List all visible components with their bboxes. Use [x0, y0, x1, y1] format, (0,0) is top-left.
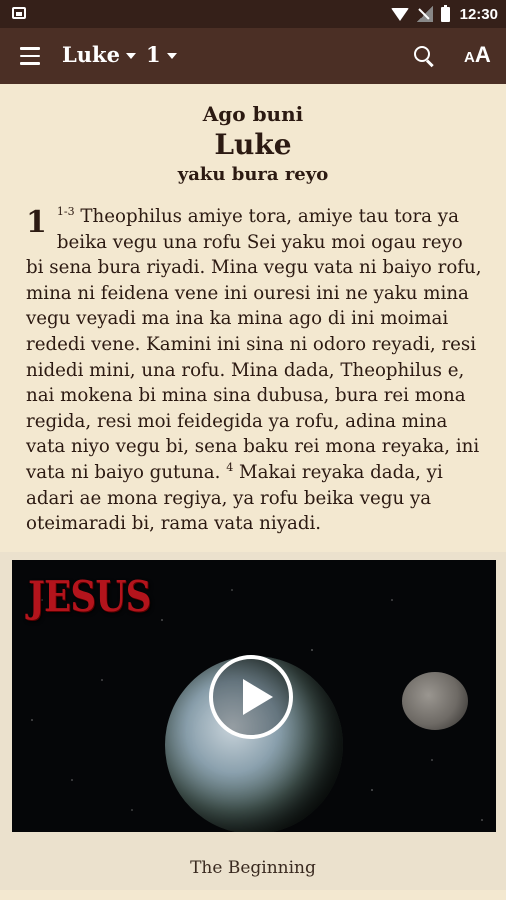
search-icon[interactable] — [414, 46, 434, 66]
text-size-icon[interactable]: AA — [464, 42, 491, 68]
text-size-big-letter: A — [474, 42, 491, 67]
battery-icon — [440, 4, 450, 22]
status-icons: 12:30 — [390, 0, 498, 28]
chapter-selector[interactable]: 1 — [146, 42, 177, 67]
play-icon[interactable] — [209, 655, 293, 739]
text-size-small-letter: A — [464, 49, 475, 66]
signal-off-icon — [416, 6, 433, 22]
verse-number[interactable]: 1-3 — [57, 205, 75, 218]
jesus-film-logo: JESUS — [28, 572, 151, 621]
book-name: Luke — [62, 42, 120, 67]
app-toolbar: Luke 1 AA — [0, 28, 506, 84]
wifi-icon — [390, 7, 409, 21]
status-bar: 12:30 — [0, 0, 506, 28]
section-subtitle: yaku bura reyo — [177, 164, 329, 185]
verse-number[interactable]: 4 — [226, 461, 233, 474]
chapter-drop-number: 1 — [26, 205, 47, 240]
verse-text[interactable]: Theophilus amiye tora, amiye tau tora ya… — [26, 206, 482, 483]
book-selector[interactable]: Luke — [62, 42, 136, 67]
book-title: Luke — [214, 128, 292, 161]
image-icon — [12, 7, 26, 19]
book-intro-heading: Ago buni — [202, 102, 304, 126]
status-time: 12:30 — [459, 5, 498, 23]
chapter-number: 1 — [146, 42, 161, 67]
passage-text: 1 1-3 Theophilus amiye tora, amiye tau t… — [26, 204, 482, 537]
reading-pane: Ago buni Luke yaku bura reyo 1 1-3 Theop… — [0, 84, 506, 534]
video-title[interactable]: The Beginning — [0, 858, 506, 878]
chapter-dropdown-arrow-icon — [166, 53, 177, 59]
hamburger-menu-icon[interactable] — [20, 47, 40, 65]
book-dropdown-arrow-icon — [125, 53, 136, 59]
moon-image — [402, 672, 468, 730]
video-thumbnail[interactable]: JESUS — [12, 560, 496, 832]
video-card: JESUS The Beginning — [0, 552, 506, 890]
